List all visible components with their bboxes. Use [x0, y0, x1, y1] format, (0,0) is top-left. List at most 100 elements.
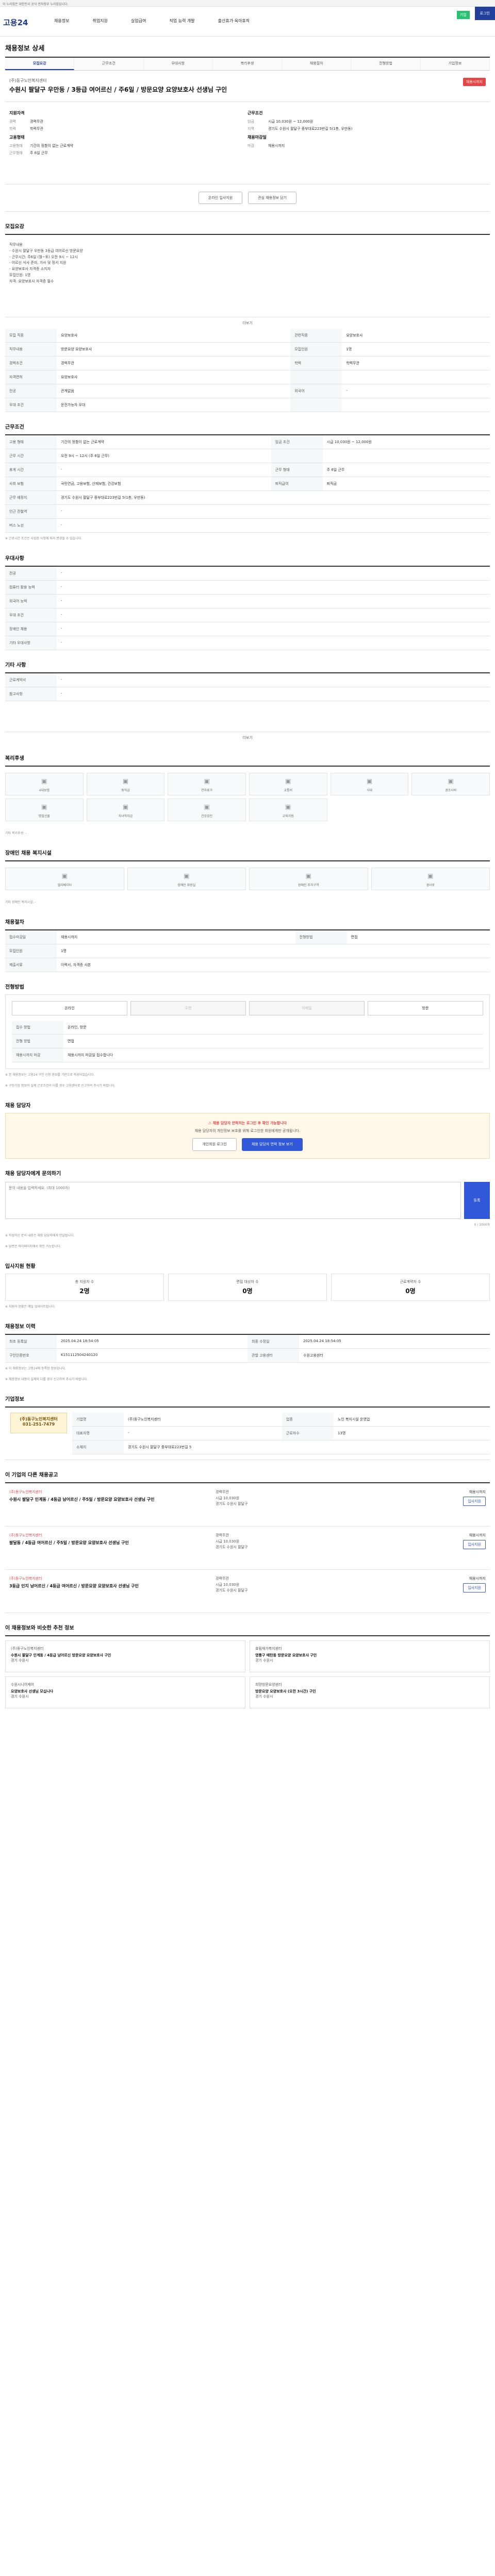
- facility-item: ▣ 경사로: [371, 867, 490, 890]
- item-deadline: 채용시까지: [469, 1533, 486, 1538]
- list-item[interactable]: (주)동구노인복지센터 팔달동 / 4등급 여어르신 / 주5일 / 방문요양 요…: [5, 1527, 490, 1570]
- td: 1명: [57, 944, 490, 958]
- tab[interactable]: 채용절차: [282, 58, 352, 70]
- td: 경기도 수원시 팔달구 중부대로223번길 5(1층, 우만동): [57, 490, 490, 505]
- tab[interactable]: 모집요강: [5, 58, 75, 70]
- td: 2025.04.24 18:54:05: [57, 1334, 248, 1349]
- td: (주)동구노인복지센터: [124, 1413, 282, 1427]
- desc-line: - 요양보호사 자격증 소지자: [9, 267, 51, 272]
- welfare-label: 4대보험: [39, 788, 50, 792]
- tab[interactable]: 우대사항: [144, 58, 213, 70]
- more-button[interactable]: 더보기: [5, 317, 490, 329]
- kv-value: 경기도 수원시 팔달구 중부대로223번길 5(1층, 우만동): [268, 126, 353, 131]
- item-apply-button[interactable]: 입사지원: [463, 1540, 486, 1550]
- th: 고용 형태: [5, 434, 57, 449]
- note-text: ※ 채용정보 내용이 실제와 다를 경우 신고하여 주시기 바랍니다.: [5, 1378, 88, 1382]
- th: 버스 노선: [5, 518, 57, 533]
- login-button[interactable]: 로그인: [474, 7, 495, 20]
- list-item[interactable]: (주)동구노인복지센터 수원시 팔달구 인계동 / 4등급 남어르신 / 주5일 …: [5, 1483, 490, 1527]
- th: 모집인원: [290, 342, 342, 357]
- item-apply-button[interactable]: 입사지원: [463, 1583, 486, 1593]
- company-name[interactable]: (주)동구노인복지센터: [9, 78, 486, 83]
- work-table: 고용 형태 기간의 정함이 없는 근로계약 임금 조건 시급 10,030원 ~ 12…: [5, 434, 490, 533]
- th: 구인인증번호: [5, 1348, 57, 1363]
- recommend-card[interactable]: 수원시니어케어 요양보호사 선생님 모십니다 경기 수원시: [5, 1676, 245, 1709]
- show-contact-button[interactable]: 채용 담당자 연락 정보 보기: [241, 1138, 303, 1151]
- tab[interactable]: 복리후생: [213, 58, 283, 70]
- table-row: 기타 우대사항 -: [5, 636, 490, 650]
- company-logo-text: (주)동구노인복지센터: [20, 1417, 58, 1422]
- table-row: 근무 시간 오전 9시 ~ 12시 (주 6일 근무): [5, 449, 490, 463]
- td: 요양보호사: [57, 328, 291, 343]
- site-logo[interactable]: 고용24: [3, 17, 28, 28]
- welfare-item: ▣ 퇴직금: [86, 772, 165, 795]
- recommend-card[interactable]: 희망방문요양센터 방문요양 요양보호사 (오전 3시간) 구인 경기 수원시: [250, 1676, 490, 1709]
- table-row: 구인인증번호 K151112504240120 관할 고용센터 수원고용센터: [5, 1348, 490, 1363]
- recommend-card[interactable]: 효림재가복지센터 영통구 매탄동 방문요양 요양보호사 구인 경기 수원시: [250, 1640, 490, 1673]
- char-counter: 0 / 1000자: [474, 1223, 490, 1227]
- tab[interactable]: 전형방법: [351, 58, 421, 70]
- section-title: 근무조건: [5, 424, 24, 430]
- table-row: 사회 보험 국민연금, 고용보험, 산재보험, 건강보험 퇴직급여 퇴직금: [5, 477, 490, 491]
- td: 노인 복지시설 운영업: [333, 1413, 490, 1427]
- rec-title[interactable]: 방문요양 요양보호사 (오전 3시간) 구인: [255, 1689, 484, 1694]
- info-table: 최초 등록일 2025.04.24 18:54:05 최종 수정일 2025.04.2…: [5, 1334, 490, 1363]
- qna-form: 등록: [5, 1182, 490, 1219]
- td: K151112504240120: [57, 1348, 248, 1363]
- note-text: ※ 구인기업 정보와 실제 근로조건이 다를 경우 고용센터로 신고하여 주시기…: [5, 1083, 116, 1088]
- corp-badge[interactable]: 기업: [456, 11, 470, 19]
- site-header: 고용24 채용정보 취업지원 실업급여 직업 능력 개발 출산휴가·육아휴직 기…: [0, 7, 495, 37]
- th: [290, 370, 342, 384]
- th: 학력: [290, 356, 342, 370]
- rec-company: (주)동구노인복지센터: [11, 1647, 44, 1651]
- td: -: [57, 636, 490, 650]
- section-title: 장애인 채용 복지시설: [5, 850, 52, 856]
- rec-title[interactable]: 영통구 매탄동 방문요양 요양보호사 구인: [255, 1653, 484, 1658]
- kv-value: 채용시까지: [268, 143, 285, 148]
- td: -: [57, 687, 490, 701]
- more-button[interactable]: 더보기: [5, 732, 490, 743]
- item-title[interactable]: 3등급 인지 남어르신 / 4등급 여어르신 / 방문요양 요양보호사 선생님 …: [9, 1583, 216, 1589]
- company-phone: 031-251-7479: [22, 1422, 55, 1427]
- recommend-card[interactable]: (주)동구노인복지센터수원시 팔달구 인계동 / 4등급 남어르신 방문요양 요…: [5, 1640, 245, 1673]
- nav-item[interactable]: 실업급여: [131, 18, 146, 24]
- section-title: 채용 담당자에게 문의하기: [5, 1171, 61, 1177]
- rec-title[interactable]: 요양보호사 선생님 모십니다: [11, 1689, 240, 1694]
- deadline-badge: 채용시까지: [463, 78, 486, 86]
- section-title: 채용정보 이력: [5, 1324, 36, 1330]
- th: 사회 보험: [5, 477, 57, 491]
- section-etc: 기타 사항 근로계약서 - 참고사항 - 더보기: [5, 650, 490, 743]
- qna-submit-button[interactable]: 등록: [464, 1182, 490, 1219]
- td: -: [57, 463, 271, 477]
- th: [290, 398, 342, 412]
- item-apply-button[interactable]: 입사지원: [463, 1497, 486, 1506]
- apply-method-online[interactable]: 온라인: [12, 1001, 127, 1015]
- apply-button[interactable]: 온라인 입사지원: [198, 191, 243, 204]
- nav-item[interactable]: 취업지원: [92, 18, 107, 24]
- table-row: 최초 등록일 2025.04.24 18:54:05 최종 수정일 2025.04.2…: [5, 1334, 490, 1349]
- table-row: 고용 형태 기간의 정함이 없는 근로계약 임금 조건 시급 10,030원 ~ 12…: [5, 434, 490, 449]
- th: 전공: [5, 384, 57, 398]
- section-title: 우대사항: [5, 555, 24, 562]
- td: -: [57, 608, 490, 622]
- section-similar: 이 기업의 다른 채용공고 (주)동구노인복지센터 수원시 팔달구 인계동 / 4…: [5, 1460, 490, 1614]
- list-item[interactable]: (주)동구노인복지센터 3등급 인지 남어르신 / 4등급 여어르신 / 방문요양…: [5, 1570, 490, 1614]
- section-qna: 채용 담당자에게 문의하기 등록 0 / 1000자 ※ 작성하신 문의 내용은…: [5, 1159, 490, 1251]
- login-link-button[interactable]: 개인회원 로그인: [192, 1138, 237, 1151]
- th: [271, 449, 323, 463]
- apply-method-visit[interactable]: 방문: [368, 1001, 483, 1015]
- item-title[interactable]: 수원시 팔달구 인계동 / 4등급 남어르신 / 주5일 / 방문요양 요양보호…: [9, 1497, 216, 1502]
- nav-item[interactable]: 채용정보: [54, 18, 69, 24]
- nav-item[interactable]: 출산휴가·육아휴직: [218, 18, 250, 24]
- elevator-icon: ▣: [61, 872, 68, 879]
- qna-textarea[interactable]: [5, 1182, 461, 1219]
- item-title[interactable]: 팔달동 / 4등급 여어르신 / 주5일 / 방문요양 요양보호사 선생님 구인: [9, 1540, 216, 1546]
- th: 최종 수정일: [248, 1334, 299, 1349]
- nav-item[interactable]: 직업 능력 개발: [169, 18, 194, 24]
- tab[interactable]: 근무조건: [74, 58, 144, 70]
- tab[interactable]: 기업정보: [421, 58, 490, 70]
- td: 요양보호사: [57, 370, 291, 384]
- rec-title[interactable]: 수원시 팔달구 인계동 / 4등급 남어르신 방문요양 요양보호사 구인: [11, 1653, 240, 1658]
- note-text: ※ 지원자 현황은 매일 업데이트됩니다.: [5, 1305, 56, 1309]
- scrap-button[interactable]: 관심 채용정보 담기: [248, 191, 297, 204]
